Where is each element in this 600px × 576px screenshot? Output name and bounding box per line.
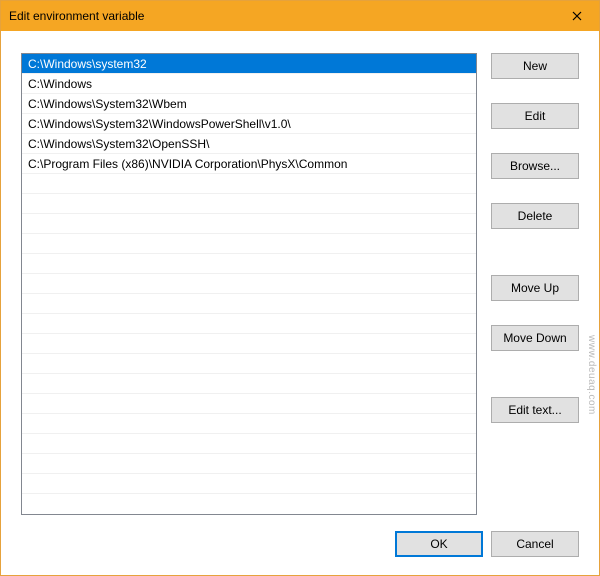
list-item[interactable] bbox=[22, 414, 476, 434]
watermark: www.deuaq.com bbox=[586, 335, 597, 415]
list-item[interactable] bbox=[22, 394, 476, 414]
list-item[interactable] bbox=[22, 434, 476, 454]
move-up-button[interactable]: Move Up bbox=[491, 275, 579, 301]
list-item[interactable]: C:\Windows\system32 bbox=[22, 54, 476, 74]
list-item[interactable]: C:\Windows\System32\OpenSSH\ bbox=[22, 134, 476, 154]
spacer bbox=[491, 359, 579, 389]
window-title: Edit environment variable bbox=[9, 9, 554, 23]
cancel-button[interactable]: Cancel bbox=[491, 531, 579, 557]
spacer bbox=[491, 187, 579, 195]
list-item[interactable] bbox=[22, 174, 476, 194]
client-area: C:\Windows\system32C:\WindowsC:\Windows\… bbox=[1, 31, 599, 575]
list-item[interactable] bbox=[22, 314, 476, 334]
edit-text-button[interactable]: Edit text... bbox=[491, 397, 579, 423]
list-item[interactable] bbox=[22, 374, 476, 394]
list-item[interactable]: C:\Windows bbox=[22, 74, 476, 94]
path-listbox[interactable]: C:\Windows\system32C:\WindowsC:\Windows\… bbox=[21, 53, 477, 515]
list-item[interactable] bbox=[22, 274, 476, 294]
list-item[interactable] bbox=[22, 454, 476, 474]
spacer bbox=[491, 309, 579, 317]
list-item[interactable]: C:\Windows\System32\Wbem bbox=[22, 94, 476, 114]
list-item[interactable] bbox=[22, 354, 476, 374]
list-item[interactable] bbox=[22, 334, 476, 354]
browse-button[interactable]: Browse... bbox=[491, 153, 579, 179]
title-bar[interactable]: Edit environment variable bbox=[1, 1, 599, 31]
spacer bbox=[491, 137, 579, 145]
side-button-column: New Edit Browse... Delete Move Up Move D… bbox=[491, 53, 579, 515]
list-item[interactable] bbox=[22, 214, 476, 234]
new-button[interactable]: New bbox=[491, 53, 579, 79]
list-item[interactable] bbox=[22, 254, 476, 274]
dialog-window: Edit environment variable C:\Windows\sys… bbox=[0, 0, 600, 576]
delete-button[interactable]: Delete bbox=[491, 203, 579, 229]
spacer bbox=[491, 237, 579, 267]
ok-button[interactable]: OK bbox=[395, 531, 483, 557]
list-item[interactable] bbox=[22, 474, 476, 494]
list-item[interactable]: C:\Program Files (x86)\NVIDIA Corporatio… bbox=[22, 154, 476, 174]
close-button[interactable] bbox=[554, 1, 599, 31]
list-item[interactable]: C:\Windows\System32\WindowsPowerShell\v1… bbox=[22, 114, 476, 134]
close-icon bbox=[572, 11, 582, 21]
dialog-footer: OK Cancel bbox=[21, 515, 579, 557]
edit-button[interactable]: Edit bbox=[491, 103, 579, 129]
list-item[interactable] bbox=[22, 234, 476, 254]
list-item[interactable] bbox=[22, 194, 476, 214]
move-down-button[interactable]: Move Down bbox=[491, 325, 579, 351]
list-item[interactable] bbox=[22, 294, 476, 314]
spacer bbox=[491, 87, 579, 95]
main-row: C:\Windows\system32C:\WindowsC:\Windows\… bbox=[21, 53, 579, 515]
